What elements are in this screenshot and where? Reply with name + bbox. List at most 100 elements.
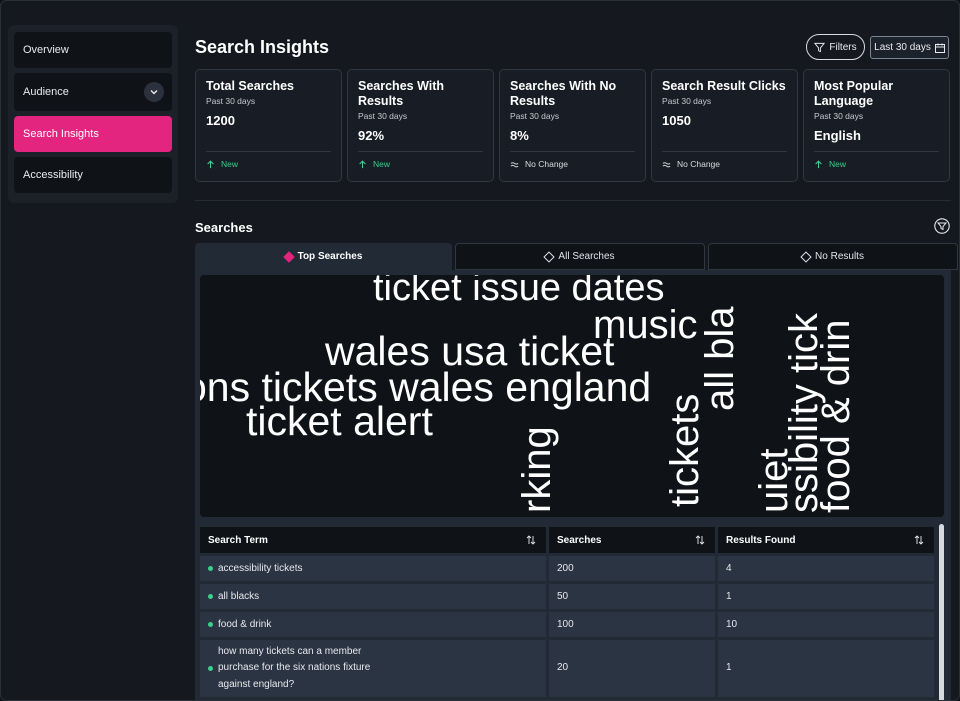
table-row[interactable]: accessibility tickets 200 4 [200, 556, 937, 581]
tab-label: No Results [815, 251, 864, 262]
sidebar-item-label: Accessibility [23, 169, 83, 181]
chevron-down-icon[interactable] [144, 82, 164, 102]
word-cloud-term[interactable]: ticket alert [246, 401, 433, 442]
stat-card-searches-no-results: Searches With No Results Past 30 days 8%… [499, 69, 646, 182]
funnel-icon [814, 42, 826, 52]
card-value: 92% [358, 128, 385, 143]
arrow-up-icon [359, 159, 366, 168]
card-trend: New [358, 151, 483, 169]
card-value: 1200 [206, 113, 235, 128]
section-title: Searches [195, 220, 253, 235]
column-header-label: Searches [557, 534, 602, 546]
card-subtitle: Past 30 days [510, 111, 560, 121]
card-title: Searches With No Results [510, 79, 617, 108]
calendar-icon [934, 43, 945, 53]
cell-search-term: accessibility tickets [200, 556, 546, 581]
filter-circle-icon[interactable] [934, 218, 950, 234]
card-title: Most Popular Language [814, 79, 894, 108]
tab-all-searches[interactable]: All Searches [455, 243, 705, 270]
table-scrollbar[interactable] [939, 524, 944, 700]
word-cloud: ticket issue dates music wales usa ticke… [200, 275, 944, 517]
page-title: Search Insights [195, 37, 330, 57]
sidebar-item-search-insights[interactable]: Search Insights [14, 116, 172, 152]
card-subtitle: Past 30 days [814, 111, 864, 121]
approx-equal-icon [662, 161, 671, 167]
card-trend-label: New [221, 159, 239, 169]
tab-label: All Searches [558, 251, 615, 262]
tab-top-searches[interactable]: Top Searches [195, 243, 452, 270]
column-header-label: Search Term [208, 534, 268, 546]
word-cloud-term[interactable]: rking [515, 426, 559, 513]
column-header-results-found[interactable]: Results Found [718, 527, 934, 553]
sidebar: Overview Audience Search Insights Access… [8, 25, 178, 203]
status-dot [208, 566, 213, 571]
arrow-up-icon [815, 159, 822, 168]
sort-icon[interactable] [914, 535, 924, 545]
word-cloud-term[interactable]: all bla [698, 306, 742, 411]
tab-no-results[interactable]: No Results [708, 243, 958, 270]
card-value: English [814, 128, 861, 143]
column-header-search-term[interactable]: Search Term [200, 527, 546, 553]
date-range-button[interactable]: Last 30 days [870, 36, 949, 59]
cell-searches: 20 [549, 640, 715, 697]
cell-search-term: how many tickets can a member purchase f… [200, 640, 546, 697]
diamond-icon [543, 250, 556, 263]
status-dot [208, 666, 213, 671]
sort-icon[interactable] [695, 535, 705, 545]
word-cloud-panel: ticket issue dates music wales usa ticke… [195, 270, 951, 522]
card-title: Total Searches [206, 79, 295, 93]
column-header-searches[interactable]: Searches [549, 527, 715, 553]
sidebar-item-overview[interactable]: Overview [14, 32, 172, 68]
search-term-line: against england? [218, 678, 295, 690]
diamond-icon [800, 250, 812, 263]
sidebar-item-label: Overview [23, 44, 69, 56]
card-value: 8% [510, 128, 529, 143]
date-range-label: Last 30 days [874, 42, 931, 53]
cell-searches: 50 [549, 584, 715, 609]
card-trend-label: New [373, 159, 391, 169]
app-window: Overview Audience Search Insights Access… [0, 0, 960, 701]
tab-label: Top Searches [297, 251, 363, 262]
column-header-label: Results Found [726, 534, 796, 546]
stat-card-popular-language: Most Popular Language Past 30 days Engli… [803, 69, 950, 182]
card-value: 1050 [662, 113, 691, 128]
sidebar-item-audience[interactable]: Audience [14, 73, 172, 111]
filters-button[interactable]: Filters [806, 34, 865, 60]
stats-cards: Total Searches Past 30 days 1200 New Sea… [195, 69, 950, 182]
search-term-text: accessibility tickets [218, 563, 303, 574]
stat-card-result-clicks: Search Result Clicks Past 30 days 1050 N… [651, 69, 798, 182]
table-row[interactable]: how many tickets can a member purchase f… [200, 640, 937, 697]
sort-icon[interactable] [526, 535, 536, 545]
card-trend: No Change [510, 151, 635, 169]
status-dot [208, 622, 213, 627]
card-trend: No Change [662, 151, 787, 169]
section-divider [195, 200, 951, 201]
table-header-row: Search Term Searches Results Found [200, 527, 937, 553]
cell-search-term: food & drink [200, 612, 546, 637]
cell-search-term: all blacks [200, 584, 546, 609]
stat-card-total-searches: Total Searches Past 30 days 1200 New [195, 69, 342, 182]
cell-searches: 200 [549, 556, 715, 581]
card-subtitle: Past 30 days [206, 96, 256, 106]
cell-results-found: 4 [718, 556, 934, 581]
card-trend-label: New [829, 159, 847, 169]
search-term-text: all blacks [218, 591, 260, 602]
search-tabs: Top Searches All Searches No Results [195, 243, 958, 270]
status-dot [208, 594, 213, 599]
card-subtitle: Past 30 days [358, 111, 408, 121]
approx-equal-icon [510, 161, 519, 167]
search-term-text: how many tickets can a member purchase f… [218, 644, 370, 694]
table-row[interactable]: food & drink 100 10 [200, 612, 937, 637]
sidebar-item-accessibility[interactable]: Accessibility [14, 157, 172, 193]
card-trend: New [206, 151, 331, 169]
card-title: Search Result Clicks [662, 79, 786, 93]
card-title: Searches With Results [358, 79, 445, 108]
card-trend-label: No Change [677, 159, 721, 169]
word-cloud-term[interactable]: food & drin [814, 320, 858, 513]
table-row[interactable]: all blacks 50 1 [200, 584, 937, 609]
cell-results-found: 1 [718, 584, 934, 609]
stat-card-searches-with-results: Searches With Results Past 30 days 92% N… [347, 69, 494, 182]
cell-searches: 100 [549, 612, 715, 637]
arrow-up-icon [207, 159, 214, 168]
search-term-text: food & drink [218, 619, 272, 630]
